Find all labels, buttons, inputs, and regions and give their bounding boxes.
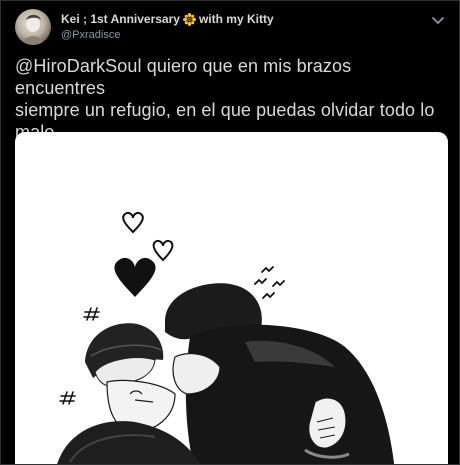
tweet-header: Kei ; 1st Anniversary with my Kitty @Pxr…: [15, 9, 445, 45]
illustration-image: [57, 211, 395, 464]
tweet-text: @HiroDarkSoul quiero que en mis brazos e…: [15, 56, 435, 142]
tweet-media[interactable]: [15, 132, 448, 464]
user-handle[interactable]: @Pxradisce: [61, 28, 274, 42]
tweet-card: Kei ; 1st Anniversary with my Kitty @Pxr…: [0, 0, 460, 465]
chevron-down-icon[interactable]: [431, 13, 445, 24]
display-name[interactable]: Kei ; 1st Anniversary with my Kitty: [61, 11, 274, 27]
display-name-prefix: Kei ; 1st Anniversary: [61, 12, 180, 26]
display-name-suffix: with my Kitty: [198, 12, 274, 26]
sunflower-icon: [182, 12, 196, 26]
avatar[interactable]: [15, 9, 51, 45]
user-names: Kei ; 1st Anniversary with my Kitty @Pxr…: [61, 11, 274, 42]
avatar-image: [23, 14, 43, 45]
